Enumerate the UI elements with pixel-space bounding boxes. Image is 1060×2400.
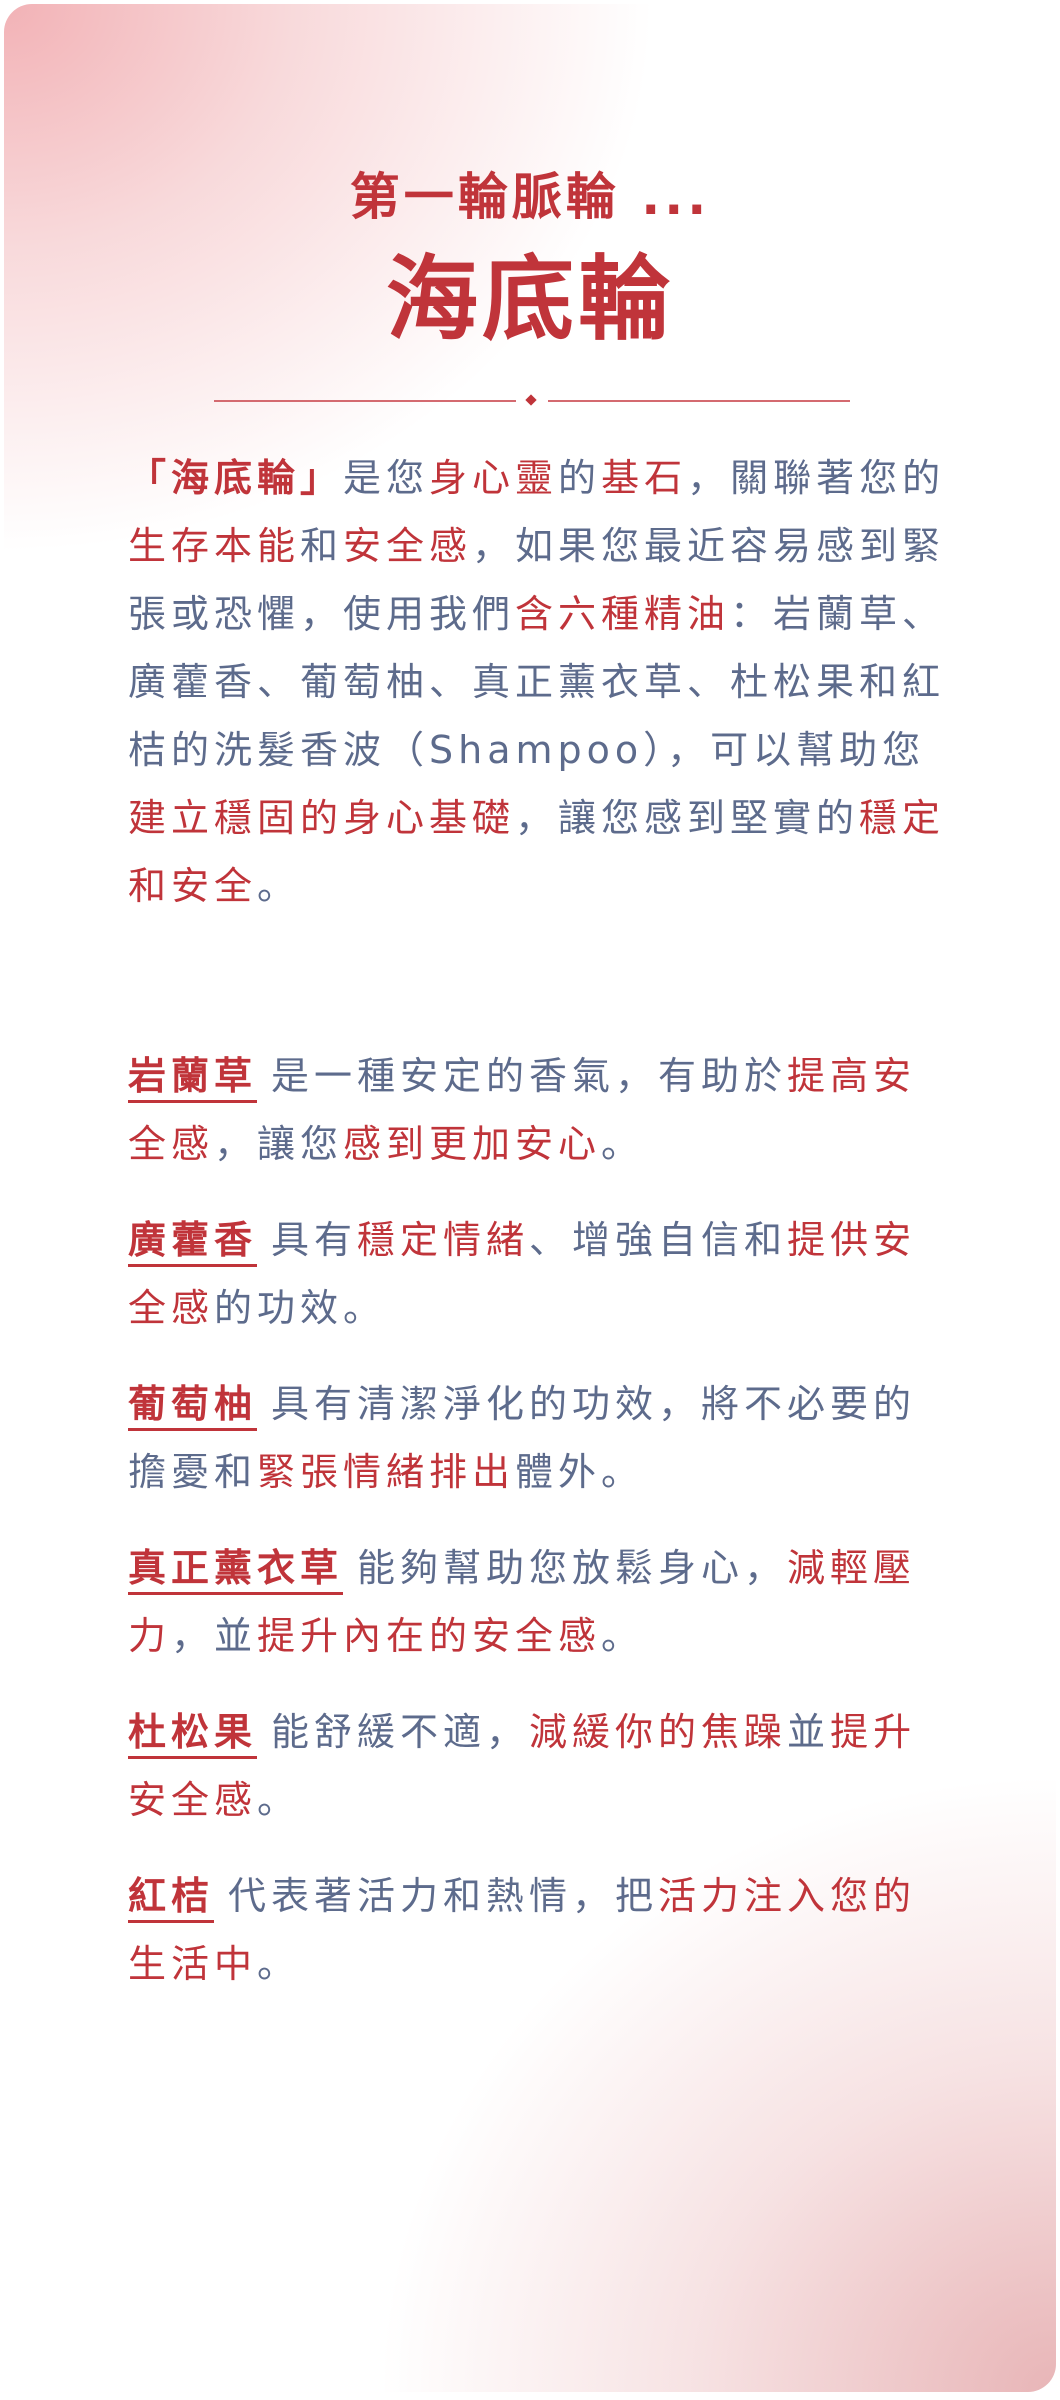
body-text: 能夠幫助您放鬆身心，	[357, 1546, 788, 1590]
oil-vetiver: 岩蘭草 是一種安定的香氣，有助於提高安全感，讓您感到更加安心。	[128, 1042, 948, 1178]
divider-line-right	[548, 400, 850, 402]
oil-patchouli: 廣藿香 具有穩定情緒、增強自信和提供安全感的功效。	[128, 1206, 948, 1342]
body-text: 的功效。	[214, 1286, 387, 1330]
body-text: 。	[601, 1122, 645, 1166]
body-text: 。	[257, 1778, 301, 1822]
body-text: 是您	[343, 456, 430, 500]
highlight-text: 感到更加安心	[343, 1122, 602, 1166]
divider-line-left	[214, 400, 516, 402]
diamond-icon	[525, 394, 537, 406]
body-text: ，讓您	[214, 1122, 344, 1166]
oil-name: 廣藿香	[128, 1218, 258, 1267]
oil-name: 葡萄柚	[128, 1382, 258, 1431]
body-text: ，並	[171, 1614, 258, 1658]
body-text: 。	[257, 864, 301, 908]
body-text: ，讓您感到堅實	[515, 796, 817, 840]
oil-lavender: 真正薰衣草 能夠幫助您放鬆身心，減輕壓力，並提升內在的安全感。	[128, 1534, 948, 1670]
highlight-text: 安全感	[343, 524, 473, 568]
body-text: 。	[601, 1614, 645, 1658]
oil-juniper-berry: 杜松果 能舒緩不適，減緩你的焦躁並提升安全感。	[128, 1698, 948, 1834]
oil-grapefruit: 葡萄柚 具有清潔淨化的功效，將不必要的擔憂和緊張情緒排出體外。	[128, 1370, 948, 1506]
highlight-text: 提升內在的安全感	[257, 1614, 602, 1658]
body-text: 並	[787, 1710, 831, 1754]
body-text: 、增強自信和	[529, 1218, 788, 1262]
body-text: 能舒緩不適，	[271, 1710, 530, 1754]
page-title: 海底輪	[385, 246, 674, 353]
oil-name: 紅桔	[128, 1874, 215, 1923]
title-divider	[214, 394, 850, 408]
highlight-text: 減緩你的焦躁	[529, 1710, 788, 1754]
highlight-text: 穩定情緒	[357, 1218, 530, 1262]
oil-mandarin: 紅桔 代表著活力和熱情，把活力注入您的生活中。	[128, 1862, 948, 1998]
highlight-text: 建立穩固的身心基礎	[128, 796, 516, 840]
body-text: 體外。	[515, 1450, 645, 1494]
body-text: 代表著活力和熱情，把	[228, 1874, 659, 1918]
intro-paragraph: 「海底輪」是您身心靈的基石，關聯著您的生存本能和安全感，如果您最近容易感到緊張或…	[128, 444, 948, 920]
body-text: 的	[558, 456, 602, 500]
body-text: 的	[816, 796, 860, 840]
oil-name: 真正薰衣草	[128, 1546, 344, 1595]
body-text: ，關聯著您的	[687, 456, 946, 500]
body-text: 是一種安定的香氣，有助於	[271, 1054, 788, 1098]
oil-name: 杜松果	[128, 1710, 258, 1759]
highlight-text: 含六種精油	[515, 592, 731, 636]
highlight-text: 緊張情緒排出	[257, 1450, 516, 1494]
page-subtitle: 第一輪脈輪 ...	[349, 168, 711, 226]
highlight-text: 身心靈	[429, 456, 559, 500]
highlight-text: 生存本能	[128, 524, 301, 568]
body-text: 和	[300, 524, 344, 568]
body-text: 具有	[271, 1218, 358, 1262]
body-text: 。	[257, 1942, 301, 1986]
highlight-text: 基石	[601, 456, 688, 500]
chakra-card: 第一輪脈輪 ... 海底輪 「海底輪」是您身心靈的基石，關聯著您的生存本能和安全…	[4, 4, 1056, 2392]
oil-name: 岩蘭草	[128, 1054, 258, 1103]
highlight-text: 「海底輪」	[128, 456, 344, 500]
